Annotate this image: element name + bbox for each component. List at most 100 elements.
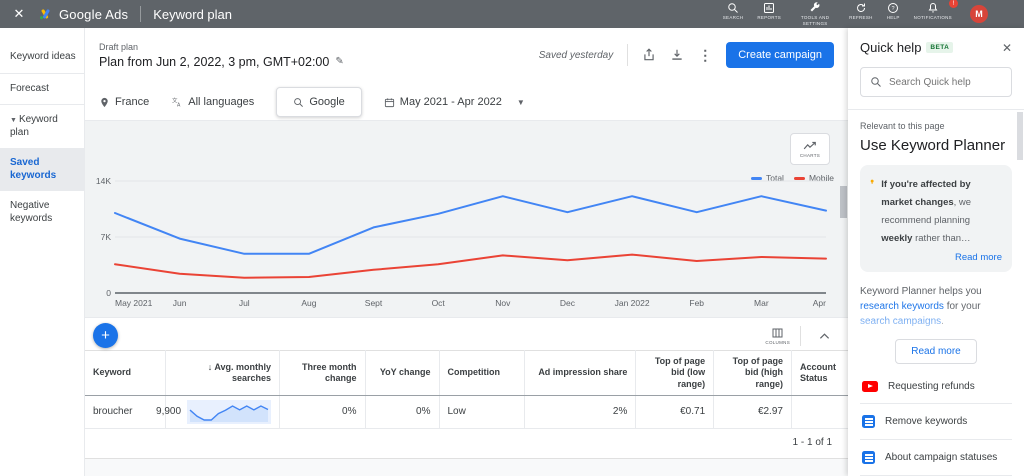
column-header-label: Avg. monthly searches (214, 361, 272, 383)
paragraph-text: . (941, 316, 944, 327)
close-help-icon[interactable]: ✕ (1002, 41, 1012, 55)
search-icon (871, 77, 881, 87)
column-header-top-bid-low[interactable]: Top of page bid (low range) (635, 350, 715, 396)
research-keywords-link[interactable]: research keywords (860, 301, 944, 312)
chevron-expanded-icon: ▼ (10, 117, 17, 124)
trend-chart-svg: 14K 7K 0 May 2021 Jun Jul Aug Sept Oct Nov Dec Jan … (96, 176, 827, 308)
article-icon (862, 451, 875, 464)
table-header-row: Keyword ↓ Avg. monthly searches Three mo… (85, 350, 848, 396)
column-header-avg-monthly-searches[interactable]: ↓ Avg. monthly searches (165, 350, 281, 396)
search-label: SEARCH (722, 15, 744, 21)
sidebar-item-keyword-ideas[interactable]: Keyword ideas (0, 42, 84, 74)
column-header-label: YoY change (379, 367, 431, 378)
notifications-button[interactable]: ! NOTIFICATIONS (913, 0, 958, 21)
column-header-label: Ad impression share (538, 367, 628, 378)
columns-button[interactable]: COLUMNS (765, 327, 790, 345)
avatar[interactable]: M (970, 5, 988, 23)
network-filter[interactable]: Google (276, 87, 362, 117)
help-scrollbar-thumb[interactable] (1017, 112, 1023, 160)
keywords-table-card: + COLUMNS Keyword ↓ Avg. monthly searche… (85, 317, 848, 459)
search-button[interactable]: SEARCH (723, 2, 744, 20)
left-sidebar: Keyword ideas Forecast ▼ Keyword plan Sav… (0, 28, 85, 476)
svg-text:Oct: Oct (432, 298, 446, 308)
tools-and-settings-button[interactable]: TOOLS AND SETTINGS (795, 2, 835, 26)
topbar-actions: SEARCH REPORTS TOOLS AND SETTINGS REFRES… (723, 0, 958, 26)
cell-avg-monthly-searches: 9,900 (156, 395, 281, 429)
calendar-icon (384, 97, 394, 107)
quick-help-header: Quick help BETA ✕ (860, 40, 1012, 55)
article-icon (862, 415, 875, 428)
refresh-button[interactable]: REFRESH (849, 2, 873, 20)
add-keywords-button[interactable]: + (93, 323, 118, 348)
sidebar-item-saved-keywords[interactable]: Saved keywords (0, 148, 84, 191)
column-header-yoy-change[interactable]: YoY change (365, 350, 440, 396)
svg-text:A: A (177, 103, 181, 109)
date-range-filter[interactable]: May 2021 - Apr 2022 ▼ (384, 96, 525, 108)
pagination-label: 1 - 1 of 1 (792, 436, 832, 448)
reports-button[interactable]: REPORTS (757, 2, 781, 20)
refresh-label: REFRESH (849, 15, 873, 21)
quick-help-panel: Quick help BETA ✕ Relevant to this page … (848, 28, 1024, 476)
date-range-label: May 2021 - Apr 2022 (399, 96, 502, 108)
main-scrollbar-thumb[interactable] (840, 186, 847, 218)
plan-title: Plan from Jun 2, 2022, 3 pm, GMT+02:00 ✎ (99, 55, 344, 69)
help-search-input[interactable] (889, 76, 999, 88)
help-paragraph: Keyword Planner helps you research keywo… (860, 284, 1012, 329)
saved-status: Saved yesterday (538, 49, 614, 61)
svg-text:0: 0 (106, 288, 111, 298)
sidebar-item-keyword-plan[interactable]: ▼ Keyword plan (0, 105, 84, 148)
google-ads-logo[interactable]: Google Ads (38, 7, 128, 22)
edit-plan-icon[interactable]: ✎ (335, 56, 343, 67)
collapse-table-button[interactable] (811, 328, 838, 343)
column-header-ad-impression-share[interactable]: Ad impression share (524, 350, 637, 396)
sidebar-item-negative-keywords[interactable]: Negative keywords (0, 191, 84, 234)
help-link-remove-keywords[interactable]: Remove keywords (860, 403, 1012, 439)
cell-account-status (791, 395, 848, 429)
column-header-keyword[interactable]: Keyword (85, 350, 166, 396)
beta-badge: BETA (926, 42, 954, 53)
sidebar-item-forecast[interactable]: Forecast (0, 74, 84, 105)
cell-keyword: broucher (85, 395, 166, 429)
svg-text:Jan 2022: Jan 2022 (615, 298, 650, 308)
cell-three-month-change: 0% (279, 395, 366, 429)
help-divider (848, 109, 1024, 110)
cell-competition: Low (439, 395, 525, 429)
share-icon (644, 48, 654, 61)
notifications-label: NOTIFICATIONS (913, 15, 952, 21)
svg-text:?: ? (892, 6, 895, 12)
download-button[interactable] (670, 48, 684, 62)
column-header-top-bid-high[interactable]: Top of page bid (high range) (713, 350, 792, 396)
language-filter[interactable]: 文A All languages (171, 96, 254, 108)
chevron-down-icon: ▼ (516, 97, 525, 107)
svg-text:Feb: Feb (689, 298, 704, 308)
trend-chart[interactable]: 14K 7K 0 May 2021 Jun Jul Aug Sept Oct Nov Dec Jan … (89, 167, 840, 320)
quick-help-search[interactable] (860, 67, 1012, 97)
column-header-account-status[interactable]: Account Status (791, 350, 848, 396)
location-filter[interactable]: France (99, 96, 149, 108)
column-header-competition[interactable]: Competition (439, 350, 525, 396)
search-campaigns-link[interactable]: search campaigns (860, 316, 941, 327)
help-link-campaign-statuses[interactable]: About campaign statuses (860, 439, 1012, 475)
cell-yoy-change: 0% (365, 395, 440, 429)
table-row[interactable]: broucher 9,900 0% 0% Low 2% €0.71 €2.97 (85, 395, 848, 429)
svg-text:Sept: Sept (365, 298, 383, 308)
help-link-label: Requesting refunds (888, 381, 975, 392)
search-icon (728, 3, 738, 13)
help-link-requesting-refunds[interactable]: Requesting refunds (860, 370, 1012, 403)
paragraph-text: Keyword Planner helps you (860, 286, 982, 297)
close-icon[interactable]: ✕ (8, 6, 30, 22)
language-filter-label: All languages (188, 96, 255, 108)
share-button[interactable] (642, 48, 656, 62)
read-more-button[interactable]: Read more (895, 339, 977, 364)
plan-header-actions: Saved yesterday ⋮ Create campaign (539, 42, 834, 68)
create-campaign-button[interactable]: Create campaign (726, 42, 834, 68)
cell-top-bid-low: €0.71 (635, 395, 715, 429)
plan-title-block: Draft plan Plan from Jun 2, 2022, 3 pm, … (99, 42, 344, 69)
column-header-label: Three month change (301, 361, 357, 383)
sidebar-item-label: Keyword plan (10, 114, 58, 138)
column-header-three-month-change[interactable]: Three month change (279, 350, 366, 396)
tip-read-more-link[interactable]: Read more (881, 252, 1002, 263)
help-button[interactable]: ? HELP (887, 2, 900, 20)
more-options-button[interactable]: ⋮ (698, 47, 712, 64)
charts-toggle-button[interactable]: CHARTS (790, 133, 830, 165)
